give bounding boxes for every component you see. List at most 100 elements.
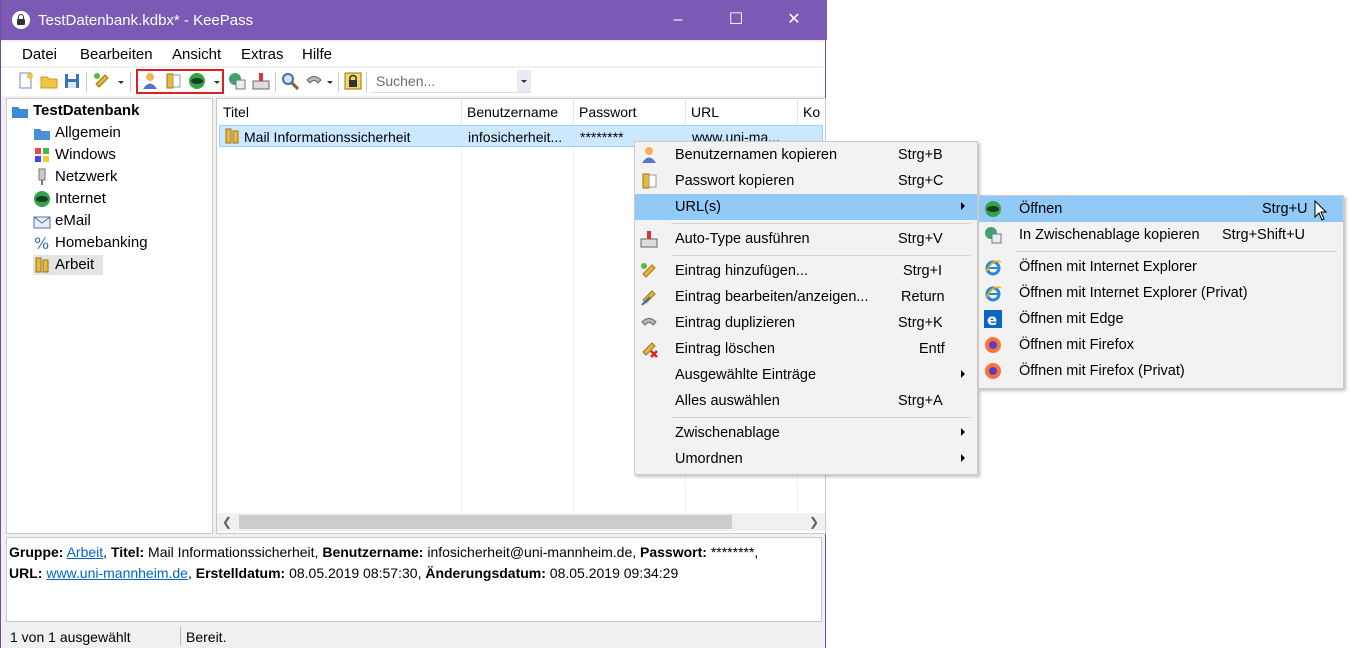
network-icon	[38, 168, 46, 185]
url-submenu: Öffnen Strg+U In Zwischenablage kopieren…	[978, 195, 1344, 389]
add-key-icon	[641, 263, 656, 278]
email-icon	[33, 216, 51, 229]
menu-item-select-all[interactable]: Alles auswählen Strg+A	[635, 388, 977, 414]
mouse-cursor-icon	[1314, 200, 1328, 221]
keepass-lock-icon	[12, 11, 30, 29]
firefox-icon	[985, 363, 1001, 379]
column-header-benutzername[interactable]: Benutzername	[461, 99, 574, 124]
menu-item-selected-entries[interactable]: Ausgewählte Einträge	[635, 362, 977, 388]
key-icon	[642, 173, 657, 189]
menu-hilfe[interactable]: Hilfe	[302, 46, 332, 63]
globe-icon	[985, 201, 1001, 217]
menu-datei[interactable]: Datei	[22, 46, 57, 63]
duplicate-key-icon	[641, 318, 657, 326]
database-folder-icon	[12, 107, 28, 118]
submenu-item-open-ie-private[interactable]: Öffnen mit Internet Explorer (Privat)	[979, 280, 1343, 306]
scrollbar-thumb[interactable]	[239, 515, 732, 529]
new-database-icon[interactable]	[17, 72, 35, 90]
menu-item-delete-entry[interactable]: Eintrag löschen Entf	[635, 336, 977, 362]
submenu-item-open-firefox[interactable]: Öffnen mit Firefox	[979, 332, 1343, 358]
toolbar-separator	[338, 72, 339, 92]
folder-icon	[34, 129, 50, 140]
submenu-arrow-icon	[961, 202, 965, 210]
close-button[interactable]: ✕	[765, 0, 823, 40]
menu-item-copy-username[interactable]: Benutzernamen kopieren Strg+B	[635, 142, 977, 168]
search-placeholder: Suchen...	[376, 73, 436, 89]
copy-url-icon[interactable]	[228, 72, 246, 90]
status-selection: 1 von 1 ausgewählt	[10, 629, 131, 645]
submenu-item-open-ie[interactable]: Öffnen mit Internet Explorer	[979, 254, 1343, 280]
save-icon[interactable]	[63, 72, 81, 90]
windows-icon	[35, 148, 49, 162]
open-folder-icon[interactable]	[40, 72, 58, 90]
menu-extras[interactable]: Extras	[241, 46, 284, 63]
edit-key-icon	[641, 290, 656, 306]
scroll-right-icon[interactable]: ❯	[806, 514, 822, 530]
horizontal-scrollbar[interactable]: ❮ ❯	[217, 513, 825, 531]
menu-item-clipboard[interactable]: Zwischenablage	[635, 420, 977, 446]
maximize-button[interactable]: ☐	[707, 0, 765, 40]
entry-details-panel: Gruppe: Arbeit, Titel: Mail Informations…	[6, 537, 822, 622]
column-divider	[461, 124, 462, 512]
menu-bearbeiten[interactable]: Bearbeiten	[80, 46, 153, 63]
entry-title: Mail Informationssicherheit	[244, 129, 411, 145]
user-icon	[642, 147, 656, 163]
url-link[interactable]: www.uni-mannheim.de	[46, 565, 188, 581]
submenu-item-open[interactable]: Öffnen Strg+U	[979, 196, 1343, 222]
menu-ansicht[interactable]: Ansicht	[172, 46, 221, 63]
edge-icon: e	[984, 310, 1002, 328]
submenu-arrow-icon	[961, 454, 965, 462]
scroll-left-icon[interactable]: ❮	[219, 514, 235, 530]
menu-item-duplicate-entry[interactable]: Eintrag duplizieren Strg+K	[635, 310, 977, 336]
tree-item-arbeit[interactable]: Arbeit	[33, 255, 103, 275]
search-input[interactable]: Suchen...	[370, 70, 531, 93]
column-divider	[573, 124, 574, 512]
status-bar: 1 von 1 ausgewählt Bereit.	[1, 624, 825, 648]
firefox-icon	[985, 337, 1001, 353]
submenu-item-copy-to-clipboard[interactable]: In Zwischenablage kopieren Strg+Shift+U	[979, 222, 1343, 248]
lock-workspace-icon[interactable]	[344, 72, 362, 90]
menu-item-copy-password[interactable]: Passwort kopieren Strg+C	[635, 168, 977, 194]
add-entry-icon[interactable]	[93, 72, 111, 90]
internet-explorer-icon	[985, 260, 1002, 276]
menu-item-urls[interactable]: URL(s)	[635, 194, 977, 220]
add-entry-dropdown-icon[interactable]	[118, 81, 124, 84]
search-dropdown-icon[interactable]	[517, 70, 531, 92]
minimize-button[interactable]: –	[649, 0, 707, 40]
status-state: Bereit.	[186, 629, 227, 645]
percent-icon: %	[34, 234, 49, 252]
tools-dropdown-icon[interactable]	[327, 81, 333, 84]
column-header-passwort[interactable]: Passwort	[573, 99, 686, 124]
toolbar-separator	[86, 72, 87, 92]
title-bar[interactable]: TestDatenbank.kdbx* - KeePass – ☐ ✕	[1, 0, 827, 40]
submenu-item-open-edge[interactable]: e Öffnen mit Edge	[979, 306, 1343, 332]
svg-text:%: %	[34, 234, 49, 252]
auto-type-icon[interactable]	[252, 72, 270, 90]
globe-icon	[34, 191, 50, 207]
toolbar-separator	[130, 72, 131, 92]
entry-tools-icon[interactable]	[305, 72, 323, 90]
status-divider	[180, 627, 181, 645]
find-icon[interactable]	[281, 72, 299, 90]
menu-item-auto-type[interactable]: Auto-Type ausführen Strg+V	[635, 226, 977, 252]
delete-key-icon	[642, 342, 658, 358]
submenu-item-open-firefox-private[interactable]: Öffnen mit Firefox (Privat)	[979, 358, 1343, 384]
window-title: TestDatenbank.kdbx* - KeePass	[38, 12, 254, 29]
menu-separator	[1015, 251, 1337, 252]
menu-item-add-entry[interactable]: Eintrag hinzufügen... Strg+I	[635, 258, 977, 284]
menu-item-rearrange[interactable]: Umordnen	[635, 446, 977, 472]
submenu-arrow-icon	[961, 428, 965, 436]
column-header-titel[interactable]: Titel	[217, 99, 462, 124]
toolbar-separator	[366, 72, 367, 92]
column-header-url[interactable]: URL	[685, 99, 798, 124]
menu-item-edit-entry[interactable]: Eintrag bearbeiten/anzeigen... Return	[635, 284, 977, 310]
column-header-kommentar[interactable]: Ko	[797, 99, 825, 124]
keyboard-icon	[640, 231, 658, 248]
entry-username: infosicherheit...	[468, 129, 563, 145]
group-link[interactable]: Arbeit	[67, 544, 104, 560]
menu-bar: Datei Bearbeiten Ansicht Extras Hilfe	[1, 42, 825, 66]
menu-separator	[671, 255, 971, 256]
annotation-highlight-box	[136, 69, 224, 94]
internet-explorer-icon	[985, 286, 1002, 302]
svg-text:e: e	[987, 311, 997, 328]
